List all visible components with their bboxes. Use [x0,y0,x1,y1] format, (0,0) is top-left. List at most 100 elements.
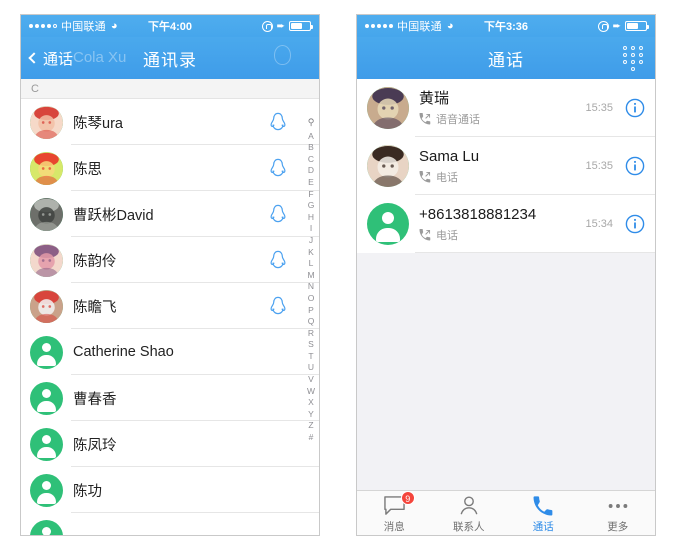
status-right-icons: ➨ [597,20,649,32]
index-letter[interactable]: Q [307,316,315,328]
tab-联系人[interactable]: 联系人 [432,491,507,535]
contact-name: 陈瞻飞 [73,299,117,316]
qq-call-icon[interactable] [269,204,287,224]
call-log-row[interactable]: Sama Lu 电话 15:35 [357,137,655,195]
qq-call-icon[interactable] [269,250,287,270]
index-letter[interactable]: T [307,351,315,363]
avatar [30,151,63,185]
tab-bar[interactable]: 9 消息 联系人 通话 更多 [357,490,656,535]
contacts-list[interactable]: C 陈琴ura 陈思曹跃彬David 陈韵伶陈瞻飞 Catherine Shao 曹春香… [21,79,319,535]
call-type-label: 电话 [436,172,458,184]
index-letter[interactable]: B [307,142,315,154]
battery-icon [625,21,649,31]
person-icon [458,495,480,517]
info-icon[interactable] [625,98,645,118]
qq-call-icon[interactable] [269,158,287,178]
contacts-container: 陈琴ura 陈思曹跃彬David 陈韵伶陈瞻飞 Catherine Shao 曹春香 陈凤… [21,99,319,535]
index-letter[interactable]: # [307,432,315,444]
wifi-icon: ◕ [110,20,118,32]
index-letter[interactable]: Z [307,420,315,432]
index-letter[interactable]: S [307,339,315,351]
no-action-icon [269,434,287,454]
index-letter[interactable]: H [307,212,315,224]
alphabet-index-strip[interactable]: ⚲ A B C D E F G H I J K L M N O P Q R S T U V W X Y Z # [303,117,319,444]
index-letter[interactable]: A [307,131,315,143]
index-letter[interactable]: D [307,165,315,177]
carrier-label: 中国联通 [61,21,106,33]
outgoing-call-icon [419,229,431,241]
chevron-left-icon [28,52,40,64]
index-letter[interactable]: M [307,270,315,282]
default-avatar [30,519,63,535]
dialpad-button[interactable] [622,45,655,71]
index-letter[interactable]: R [307,328,315,340]
status-bar-left: 中国联通 ◕ 下午4:00 ➨ [21,15,319,37]
screenshot-stage: 中国联通 ◕ 下午4:00 ➨ 通话 通讯录 Cola Xu C 陈琴ura 陈… [0,0,676,552]
outgoing-call-icon [419,171,431,183]
phone-handset-icon [533,495,553,517]
section-letter: C [31,82,39,95]
contact-row[interactable] [21,513,319,535]
index-letter[interactable]: C [307,154,315,166]
index-letter[interactable]: G [307,200,315,212]
location-arrow-icon: ➨ [276,20,285,32]
call-info: 黄瑞 语音通话 [419,89,585,127]
avatar [367,145,409,187]
call-time: 15:35 [585,160,613,172]
index-letter[interactable]: U [307,362,315,374]
tab-消息[interactable]: 9 消息 [357,490,432,535]
index-letters[interactable]: A B C D E F G H I J K L M N O P Q R S T U V W X Y Z # [307,131,315,444]
index-letter[interactable]: L [307,258,315,270]
empty-area [357,253,655,490]
call-type-label: 电话 [436,230,458,242]
info-icon[interactable] [625,214,645,234]
index-letter[interactable]: E [307,177,315,189]
contact-row[interactable]: 陈功 [21,467,319,513]
call-log-row[interactable]: 黄瑞 语音通话 15:35 [357,79,655,137]
index-letter[interactable]: Y [307,409,315,421]
index-letter[interactable]: N [307,281,315,293]
index-letter[interactable]: J [307,235,315,247]
index-letter[interactable]: W [307,386,315,398]
tab-通话[interactable]: 通话 [506,491,581,535]
default-avatar [30,335,63,369]
index-letter[interactable]: I [307,223,315,235]
section-header-c: C [21,79,319,99]
contact-row[interactable]: 曹跃彬David [21,191,319,237]
call-contact-name: 黄瑞 [419,90,450,107]
contact-name: Catherine Shao [73,344,174,360]
index-letter[interactable]: O [307,293,315,305]
carrier-label: 中国联通 [397,21,442,33]
index-letter[interactable]: K [307,247,315,259]
contact-name: 陈思 [73,161,102,178]
contact-row[interactable]: 陈思 [21,145,319,191]
index-letter[interactable]: X [307,397,315,409]
qq-call-icon[interactable] [269,112,287,132]
message-bubble-icon: 9 [383,490,415,517]
back-button[interactable]: 通话 [21,48,73,69]
battery-icon [289,21,313,31]
qq-call-icon[interactable] [269,296,287,316]
location-arrow-icon: ➨ [612,20,621,32]
tab-更多[interactable]: 更多 [581,491,656,535]
contact-row[interactable]: 陈凤玲 [21,421,319,467]
contact-row[interactable]: 陈瞻飞 [21,283,319,329]
contact-row[interactable]: 陈韵伶 [21,237,319,283]
no-action-icon [269,480,287,500]
index-letter[interactable]: V [307,374,315,386]
call-log-row[interactable]: +8613818881234 电话 15:34 [357,195,655,253]
info-icon[interactable] [625,156,645,176]
outgoing-call-icon [419,113,431,125]
call-contact-name: Sama Lu [419,148,480,165]
contact-row[interactable]: 曹春香 [21,375,319,421]
search-icon[interactable]: ⚲ [308,117,315,129]
contact-row[interactable]: Catherine Shao [21,329,319,375]
call-time: 15:34 [585,218,613,230]
contact-row[interactable]: 陈琴ura [21,99,319,145]
index-letter[interactable]: F [307,189,315,201]
call-time: 15:35 [585,102,613,114]
index-letter[interactable]: P [307,305,315,317]
call-log-list[interactable]: 黄瑞 语音通话 15:35 Sama Lu 电话 15:35 +8613818881234 电… [357,79,655,253]
default-avatar [30,427,63,461]
avatar [30,197,63,231]
